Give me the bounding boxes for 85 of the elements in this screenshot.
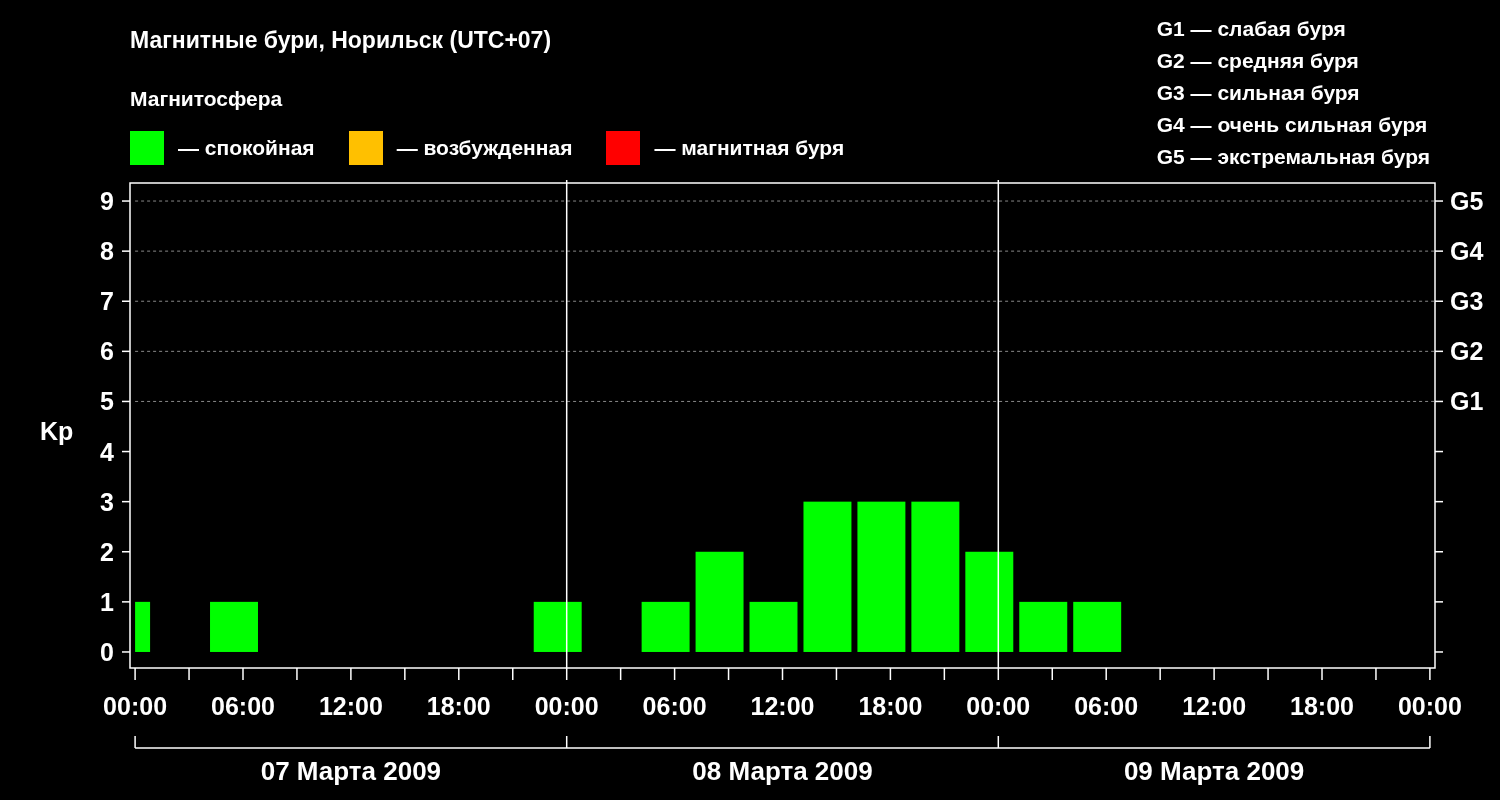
tick-mark (121, 651, 131, 653)
tick-mark (1051, 667, 1053, 681)
axis-tick-label: 0 (100, 637, 114, 666)
axis-tick-label: 18:00 (1290, 692, 1354, 720)
axis-tick-label: 00:00 (966, 692, 1031, 720)
tick-mark (619, 667, 622, 681)
legend-heading: Магнитосфера (130, 87, 284, 111)
axis-tick-label: 7 (100, 287, 114, 316)
tick-mark (781, 667, 784, 681)
tick-mark (1434, 350, 1444, 353)
axis-tick-label: 06:00 (1074, 692, 1139, 720)
axis-tick-label: 1 (100, 587, 114, 616)
tick-mark (943, 667, 946, 681)
tick-mark (1434, 400, 1444, 403)
storm-scale-label: G1 — слабая буря (1156, 16, 1347, 42)
axis-tick-label: 06:00 (211, 692, 275, 720)
storm-level-label: G1 (1450, 387, 1484, 416)
tick-mark (1267, 667, 1269, 681)
tick-mark (1159, 667, 1161, 681)
tick-mark (1434, 651, 1444, 653)
chart-title: Магнитные бури, Норильск (UTC+07) (130, 26, 553, 54)
axis-tick-label: 3 (100, 487, 114, 516)
tick-mark (1434, 450, 1444, 453)
axis-tick-label: 00:00 (103, 692, 168, 720)
tick-mark (1213, 667, 1215, 681)
tick-mark (121, 400, 131, 403)
axis-tick-label: 8 (100, 237, 114, 266)
tick-mark (1434, 200, 1444, 202)
tick-mark (121, 250, 131, 252)
tick-mark (121, 601, 131, 603)
storm-level-label: G4 (1450, 237, 1484, 266)
axis-tick-label: 00:00 (534, 692, 599, 720)
storm-scale-label: G2 — средняя буря (1156, 48, 1360, 74)
axis-tick-label: 6 (100, 337, 114, 366)
legend-label: — магнитная буря (654, 136, 845, 160)
tick-mark (1105, 667, 1107, 681)
tick-mark (889, 667, 892, 681)
tick-mark (1434, 601, 1444, 603)
storm-scale-label: G4 — очень сильная буря (1156, 112, 1429, 138)
tick-mark (350, 667, 352, 681)
tick-mark (512, 667, 514, 681)
date-label: 08 Марта 2009 (692, 756, 873, 786)
tick-mark (121, 500, 131, 503)
tick-mark (134, 667, 136, 681)
tick-mark (121, 551, 131, 553)
storm-scale-label: G5 — экстремальная буря (1156, 144, 1430, 170)
tick-mark (121, 200, 131, 202)
storm-level-label: G3 (1450, 287, 1484, 316)
tick-mark (121, 300, 131, 302)
axis-tick-label: 12:00 (318, 692, 383, 720)
tick-mark (1434, 551, 1444, 553)
date-label: 09 Марта 2009 (1123, 756, 1305, 786)
storm-scale-label: G3 — сильная буря (1156, 80, 1361, 106)
tick-mark (835, 667, 838, 681)
tick-mark (673, 667, 676, 681)
storm-level-label: G2 (1450, 337, 1484, 366)
tick-mark (1375, 667, 1377, 681)
axis-tick-label: 9 (100, 187, 114, 216)
tick-mark (458, 667, 460, 681)
tick-mark (727, 667, 730, 681)
legend-label: — спокойная (178, 136, 315, 160)
axis-tick-label: 18:00 (426, 692, 491, 720)
storm-level-label: G5 (1450, 187, 1484, 216)
axis-tick-label: 18:00 (858, 692, 923, 720)
axis-tick-label: 12:00 (1182, 692, 1247, 720)
tick-mark (242, 667, 244, 681)
axis-tick-label: 2 (100, 537, 114, 566)
date-label: 07 Марта 2009 (260, 756, 442, 786)
tick-mark (404, 667, 406, 681)
tick-mark (1321, 667, 1323, 681)
tick-mark (296, 667, 298, 681)
tick-mark (1434, 250, 1444, 252)
tick-mark (1434, 300, 1444, 302)
tick-mark (1434, 500, 1444, 503)
tick-mark (121, 350, 131, 353)
axis-tick-label: 00:00 (1397, 692, 1462, 720)
legend-label: — возбужденная (396, 136, 573, 160)
axis-title: Kp (40, 417, 74, 445)
axis-tick-label: 12:00 (750, 692, 815, 720)
axis-tick-label: 5 (100, 387, 114, 416)
tick-mark (121, 450, 131, 453)
axis-tick-label: 06:00 (642, 692, 707, 720)
axis-tick-label: 4 (100, 437, 114, 466)
tick-mark (1429, 667, 1431, 681)
tick-mark (188, 667, 190, 681)
